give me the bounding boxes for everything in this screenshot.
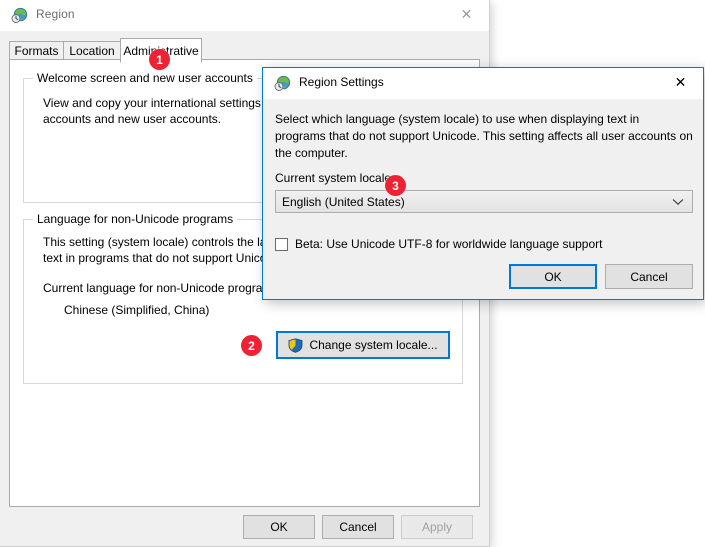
utf8-beta-checkbox-label: Beta: Use Unicode UTF-8 for worldwide la… <box>295 237 603 251</box>
region-settings-dialog: Region Settings ✕ Select which language … <box>262 67 704 300</box>
utf8-beta-checkbox[interactable] <box>275 237 288 251</box>
welcome-screen-description-line2: accounts and new user accounts. <box>43 112 222 126</box>
region-globe-clock-icon <box>11 7 28 24</box>
welcome-screen-group-title: Welcome screen and new user accounts <box>33 71 257 85</box>
region-cancel-button[interactable]: Cancel <box>322 515 394 539</box>
annotation-badge-2: 2 <box>241 335 262 356</box>
welcome-screen-description-line1: View and copy your international setting… <box>43 96 268 110</box>
change-system-locale-button[interactable]: Change system locale... <box>276 331 450 359</box>
region-settings-ok-button[interactable]: OK <box>509 264 597 289</box>
region-settings-title: Region Settings <box>299 75 384 89</box>
current-language-value: Chinese (Simplified, China) <box>64 303 210 317</box>
uac-shield-icon <box>288 337 303 353</box>
language-non-unicode-group-title: Language for non-Unicode programs <box>33 212 238 226</box>
region-ok-button[interactable]: OK <box>243 515 315 539</box>
tab-formats[interactable]: Formats <box>9 41 64 60</box>
region-window-title: Region <box>36 7 75 21</box>
current-system-locale-label: Current system locale: <box>275 171 395 185</box>
language-non-unicode-description: This setting (system locale) controls th… <box>43 234 273 266</box>
current-system-locale-dropdown[interactable]: English (United States) <box>275 190 693 213</box>
close-icon[interactable]: ✕ <box>444 0 489 30</box>
change-system-locale-label: Change system locale... <box>309 338 438 352</box>
language-description-line1: This setting (system locale) controls th… <box>43 235 274 249</box>
region-apply-button: Apply <box>401 515 473 539</box>
language-description-line2: text in programs that do not support Uni… <box>43 251 267 265</box>
current-language-label: Current language for non-Unicode progran <box>43 281 270 295</box>
annotation-badge-3: 3 <box>385 175 406 196</box>
utf8-beta-checkbox-row[interactable]: Beta: Use Unicode UTF-8 for worldwide la… <box>275 237 603 251</box>
region-title-bar: Region ✕ <box>0 0 489 31</box>
region-globe-clock-icon <box>274 75 291 92</box>
tab-location[interactable]: Location <box>63 41 121 60</box>
region-settings-cancel-button[interactable]: Cancel <box>605 264 693 289</box>
region-settings-description: Select which language (system locale) to… <box>275 112 693 160</box>
current-system-locale-value: English (United States) <box>282 194 405 209</box>
region-settings-title-bar: Region Settings ✕ <box>263 68 703 99</box>
chevron-down-icon <box>672 195 684 209</box>
close-icon[interactable]: ✕ <box>658 68 703 98</box>
annotation-badge-1: 1 <box>149 49 170 70</box>
welcome-screen-description: View and copy your international setting… <box>43 95 268 127</box>
